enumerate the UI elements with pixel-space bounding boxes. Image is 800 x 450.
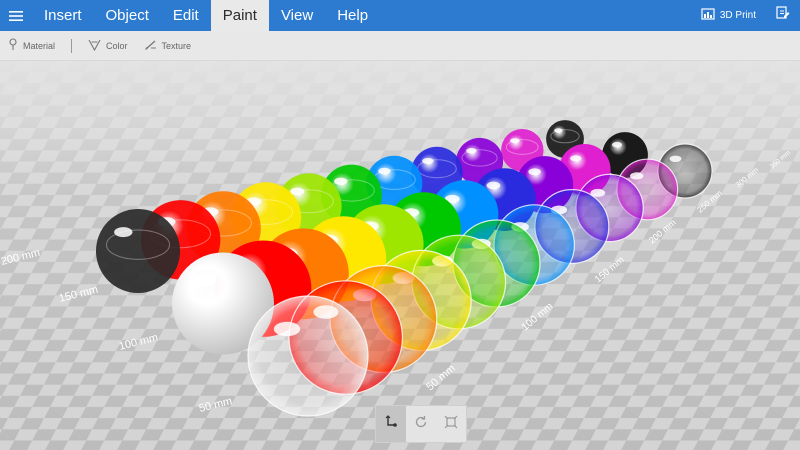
scale-tool-button[interactable] xyxy=(436,406,466,442)
3d-canvas[interactable]: 50 mm 100 mm 150 mm 200 mm 50 mm 100 mm 150 mm… xyxy=(0,61,800,450)
sphere[interactable] xyxy=(247,295,369,417)
material-label: Material xyxy=(23,40,56,51)
toolbar-divider xyxy=(71,38,73,53)
menu-view[interactable]: View xyxy=(269,0,325,31)
3d-print-icon xyxy=(701,8,715,23)
rotate-tool-button[interactable] xyxy=(406,406,436,442)
pivot-tool-button[interactable] xyxy=(376,406,406,442)
sphere[interactable] xyxy=(96,209,180,293)
scale-icon xyxy=(443,414,459,435)
color-icon xyxy=(88,39,101,53)
color-label: Color xyxy=(106,40,128,51)
texture-icon xyxy=(144,39,157,53)
texture-button[interactable]: Texture xyxy=(136,31,200,61)
color-button[interactable]: Color xyxy=(80,31,136,61)
paint-toolbar: Material Color Texture xyxy=(0,31,800,61)
share-button[interactable] xyxy=(766,0,800,31)
menu-insert[interactable]: Insert xyxy=(32,0,94,31)
menu-object[interactable]: Object xyxy=(94,0,161,31)
material-button[interactable]: Material xyxy=(0,31,63,61)
3d-print-label: 3D Print xyxy=(719,10,756,21)
hamburger-menu-icon[interactable] xyxy=(0,0,32,31)
scene-render: 50 mm100 mm150 mm200 mm50 mm100 mm150 mm… xyxy=(0,61,800,450)
material-icon xyxy=(8,38,18,53)
share-icon xyxy=(776,6,790,25)
canvas-tools xyxy=(375,405,467,443)
menu-edit[interactable]: Edit xyxy=(161,0,211,31)
pivot-icon xyxy=(383,414,399,435)
menu-bar: Insert Object Edit Paint View Help 3D Pr… xyxy=(0,0,800,31)
texture-label: Texture xyxy=(161,40,192,51)
rotate-icon xyxy=(413,414,429,435)
menu-paint[interactable]: Paint xyxy=(210,0,269,31)
menu-help[interactable]: Help xyxy=(325,0,380,31)
3d-print-button[interactable]: 3D Print xyxy=(691,8,766,23)
